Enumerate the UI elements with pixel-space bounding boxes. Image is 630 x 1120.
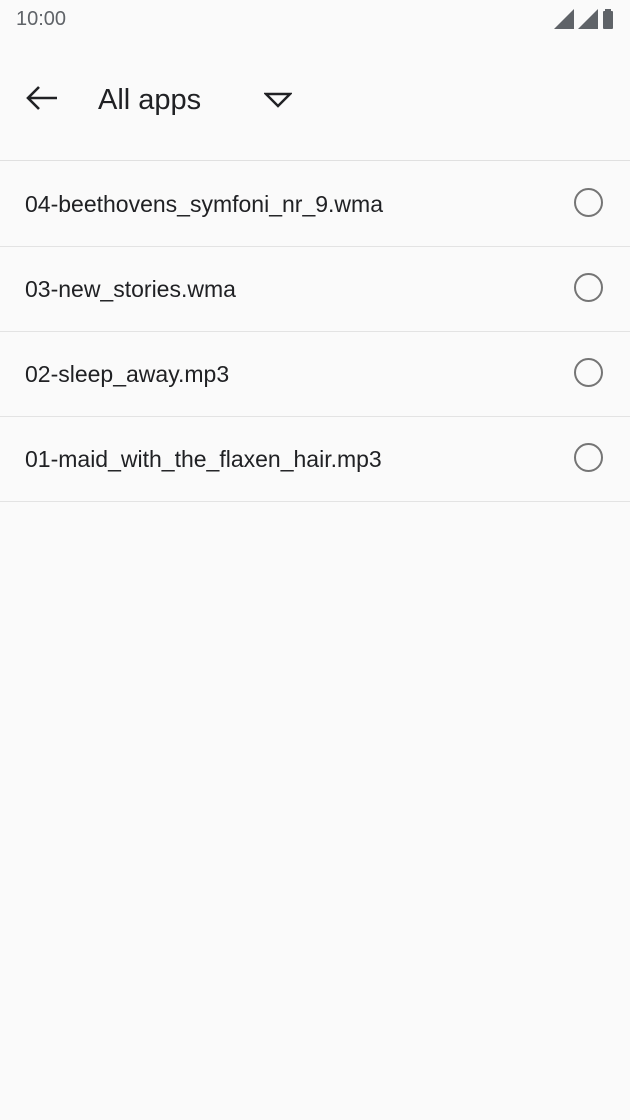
radio-button[interactable] bbox=[574, 358, 603, 387]
radio-button[interactable] bbox=[574, 273, 603, 302]
back-button[interactable] bbox=[18, 76, 66, 124]
app-filter-dropdown[interactable]: All apps bbox=[98, 76, 292, 124]
list-item[interactable]: 01-maid_with_the_flaxen_hair.mp3 bbox=[0, 417, 630, 502]
app-bar: All apps bbox=[0, 40, 630, 161]
status-icons bbox=[554, 9, 614, 29]
file-name: 02-sleep_away.mp3 bbox=[25, 361, 230, 387]
list-item[interactable]: 03-new_stories.wma bbox=[0, 247, 630, 332]
status-time: 10:00 bbox=[16, 8, 67, 30]
radio-button[interactable] bbox=[574, 188, 603, 217]
signal-icon bbox=[578, 9, 598, 29]
battery-icon bbox=[602, 9, 614, 29]
triangle-down-icon bbox=[264, 92, 292, 108]
page-title: All apps bbox=[98, 83, 202, 116]
file-name: 01-maid_with_the_flaxen_hair.mp3 bbox=[25, 446, 382, 472]
file-list: 04-beethovens_symfoni_nr_9.wma 03-new_st… bbox=[0, 162, 630, 502]
file-name: 03-new_stories.wma bbox=[25, 276, 236, 302]
radio-button[interactable] bbox=[574, 443, 603, 472]
arrow-left-icon bbox=[25, 85, 59, 116]
file-name: 04-beethovens_symfoni_nr_9.wma bbox=[25, 191, 383, 217]
status-bar: 10:00 bbox=[0, 0, 630, 40]
list-item[interactable]: 02-sleep_away.mp3 bbox=[0, 332, 630, 417]
signal-icon bbox=[554, 9, 574, 29]
list-item[interactable]: 04-beethovens_symfoni_nr_9.wma bbox=[0, 162, 630, 247]
